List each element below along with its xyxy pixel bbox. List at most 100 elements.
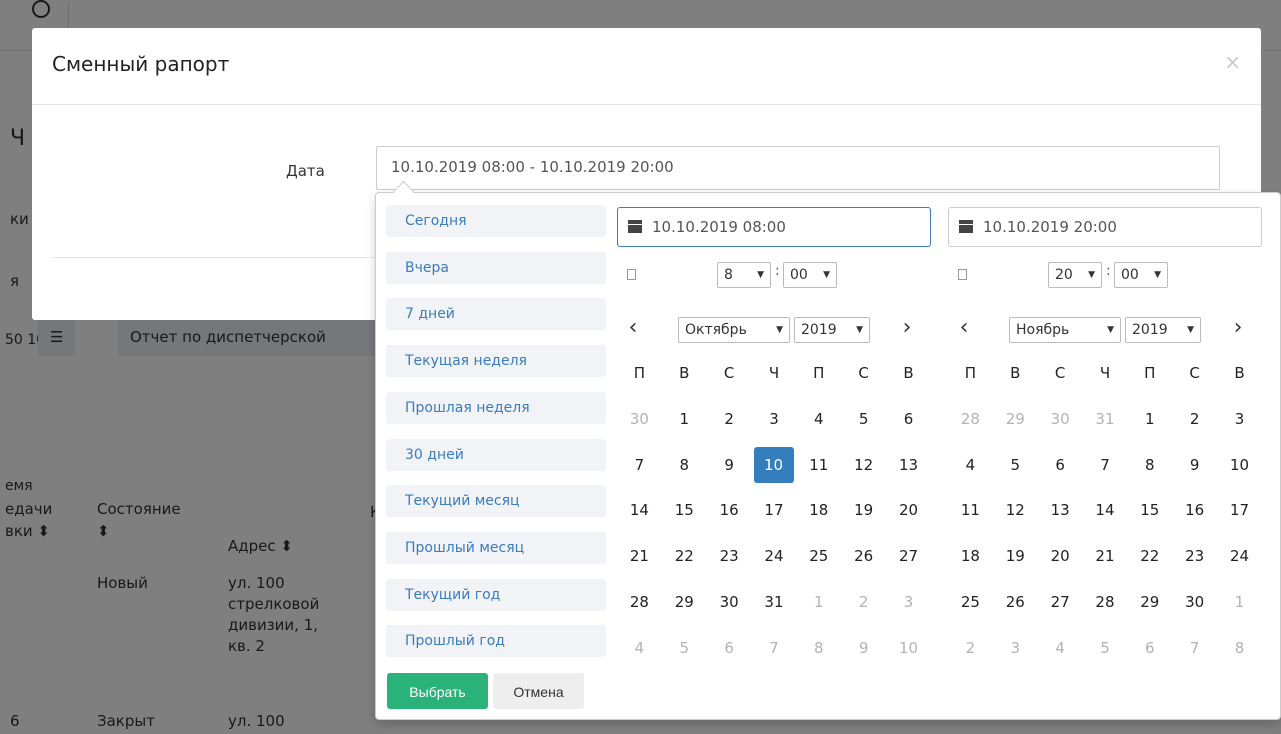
day-cell[interactable]: 5 <box>993 447 1038 483</box>
day-cell[interactable]: 17 <box>752 492 797 528</box>
right-date-input[interactable]: 10.10.2019 20:00 <box>948 207 1262 247</box>
chevron-right-icon[interactable]: › <box>1226 315 1250 345</box>
range-item[interactable]: 30 дней <box>386 438 606 471</box>
chevron-left-icon[interactable]: ‹ <box>952 315 976 345</box>
day-cell[interactable]: 6 <box>886 401 931 437</box>
day-cell[interactable]: 2 <box>1172 401 1217 437</box>
left-year-select[interactable]: 2019 ▼ <box>794 317 870 343</box>
day-cell[interactable]: 3 <box>1217 401 1262 437</box>
day-cell[interactable]: 25 <box>948 584 993 620</box>
day-cell[interactable]: 22 <box>1127 538 1172 574</box>
day-cell[interactable]: 1 <box>662 401 707 437</box>
apply-button[interactable]: Выбрать <box>387 673 488 709</box>
day-cell[interactable]: 15 <box>662 492 707 528</box>
left-date-input[interactable]: 10.10.2019 08:00 <box>617 207 931 247</box>
day-cell[interactable]: 25 <box>796 538 841 574</box>
day-cell[interactable]: 8 <box>796 630 841 666</box>
range-item[interactable]: Прошлый месяц <box>386 531 606 564</box>
day-cell[interactable]: 31 <box>1083 401 1128 437</box>
day-cell[interactable]: 4 <box>617 630 662 666</box>
day-cell[interactable]: 7 <box>752 630 797 666</box>
day-cell[interactable]: 27 <box>1038 584 1083 620</box>
day-cell[interactable]: 22 <box>662 538 707 574</box>
day-cell[interactable]: 24 <box>752 538 797 574</box>
day-cell[interactable]: 7 <box>1172 630 1217 666</box>
day-cell[interactable]: 29 <box>1127 584 1172 620</box>
day-cell[interactable]: 7 <box>1083 447 1128 483</box>
day-cell[interactable]: 30 <box>617 401 662 437</box>
date-range-input[interactable]: 10.10.2019 08:00 - 10.10.2019 20:00 <box>376 146 1220 190</box>
day-cell[interactable]: 21 <box>1083 538 1128 574</box>
range-item[interactable]: Вчера <box>386 251 606 284</box>
range-item[interactable]: Сегодня <box>386 205 606 237</box>
day-cell[interactable]: 10 <box>886 630 931 666</box>
day-cell[interactable]: 9 <box>707 447 752 483</box>
day-cell[interactable]: 14 <box>1083 492 1128 528</box>
day-cell[interactable]: 8 <box>662 447 707 483</box>
right-month-select[interactable]: Ноябрь ▼ <box>1009 317 1121 343</box>
day-cell[interactable]: 30 <box>1172 584 1217 620</box>
day-cell[interactable]: 12 <box>993 492 1038 528</box>
left-month-select[interactable]: Октябрь ▼ <box>678 317 790 343</box>
day-cell[interactable]: 31 <box>752 584 797 620</box>
day-cell[interactable]: 2 <box>948 630 993 666</box>
right-minute-select[interactable]: 00 ▼ <box>1114 262 1168 288</box>
day-cell[interactable]: 1 <box>1127 401 1172 437</box>
day-cell[interactable]: 3 <box>752 401 797 437</box>
day-cell[interactable]: 5 <box>1083 630 1128 666</box>
day-cell[interactable]: 23 <box>1172 538 1217 574</box>
day-cell[interactable]: 16 <box>1172 492 1217 528</box>
day-cell[interactable]: 28 <box>948 401 993 437</box>
day-cell[interactable]: 3 <box>886 584 931 620</box>
selected-day[interactable]: 10 <box>753 446 794 483</box>
day-cell[interactable]: 2 <box>841 584 886 620</box>
day-cell[interactable]: 8 <box>1127 447 1172 483</box>
range-item[interactable]: 7 дней <box>386 298 606 331</box>
day-cell[interactable]: 3 <box>993 630 1038 666</box>
day-cell[interactable]: 20 <box>886 492 931 528</box>
range-item[interactable]: Текущая неделя <box>386 345 606 378</box>
day-cell[interactable]: 15 <box>1127 492 1172 528</box>
day-cell[interactable]: 16 <box>707 492 752 528</box>
day-cell[interactable]: 19 <box>841 492 886 528</box>
day-cell[interactable]: 13 <box>886 447 931 483</box>
day-cell[interactable]: 13 <box>1038 492 1083 528</box>
right-year-select[interactable]: 2019 ▼ <box>1125 317 1201 343</box>
day-cell[interactable]: 6 <box>707 630 752 666</box>
day-cell[interactable]: 12 <box>841 447 886 483</box>
day-cell[interactable]: 17 <box>1217 492 1262 528</box>
day-cell[interactable]: 18 <box>796 492 841 528</box>
day-cell[interactable]: 9 <box>1172 447 1217 483</box>
range-item[interactable]: Текущий месяц <box>386 485 606 518</box>
day-cell[interactable]: 28 <box>1083 584 1128 620</box>
day-cell[interactable]: 21 <box>617 538 662 574</box>
day-cell[interactable]: 7 <box>617 447 662 483</box>
day-cell[interactable]: 19 <box>993 538 1038 574</box>
day-cell[interactable]: 18 <box>948 538 993 574</box>
day-cell[interactable]: 20 <box>1038 538 1083 574</box>
day-cell[interactable]: 6 <box>1127 630 1172 666</box>
day-cell[interactable]: 30 <box>1038 401 1083 437</box>
chevron-left-icon[interactable]: ‹ <box>621 315 645 345</box>
day-cell[interactable]: 2 <box>707 401 752 437</box>
day-cell[interactable]: 11 <box>948 492 993 528</box>
day-cell[interactable]: 11 <box>796 447 841 483</box>
day-cell[interactable]: 23 <box>707 538 752 574</box>
left-hour-select[interactable]: 8 ▼ <box>717 262 771 288</box>
close-icon[interactable]: × <box>1224 50 1241 74</box>
day-cell[interactable]: 1 <box>1217 584 1262 620</box>
day-cell[interactable]: 14 <box>617 492 662 528</box>
day-cell[interactable]: 10 <box>1217 447 1262 483</box>
day-cell[interactable]: 26 <box>841 538 886 574</box>
day-cell[interactable]: 4 <box>1038 630 1083 666</box>
day-cell[interactable]: 1 <box>796 584 841 620</box>
day-cell[interactable]: 5 <box>662 630 707 666</box>
day-cell[interactable]: 5 <box>841 401 886 437</box>
day-cell[interactable]: 27 <box>886 538 931 574</box>
day-cell[interactable]: 26 <box>993 584 1038 620</box>
day-cell[interactable]: 29 <box>993 401 1038 437</box>
cancel-button[interactable]: Отмена <box>493 673 584 709</box>
day-cell[interactable]: 8 <box>1217 630 1262 666</box>
day-cell[interactable]: 29 <box>662 584 707 620</box>
day-cell[interactable]: 28 <box>617 584 662 620</box>
